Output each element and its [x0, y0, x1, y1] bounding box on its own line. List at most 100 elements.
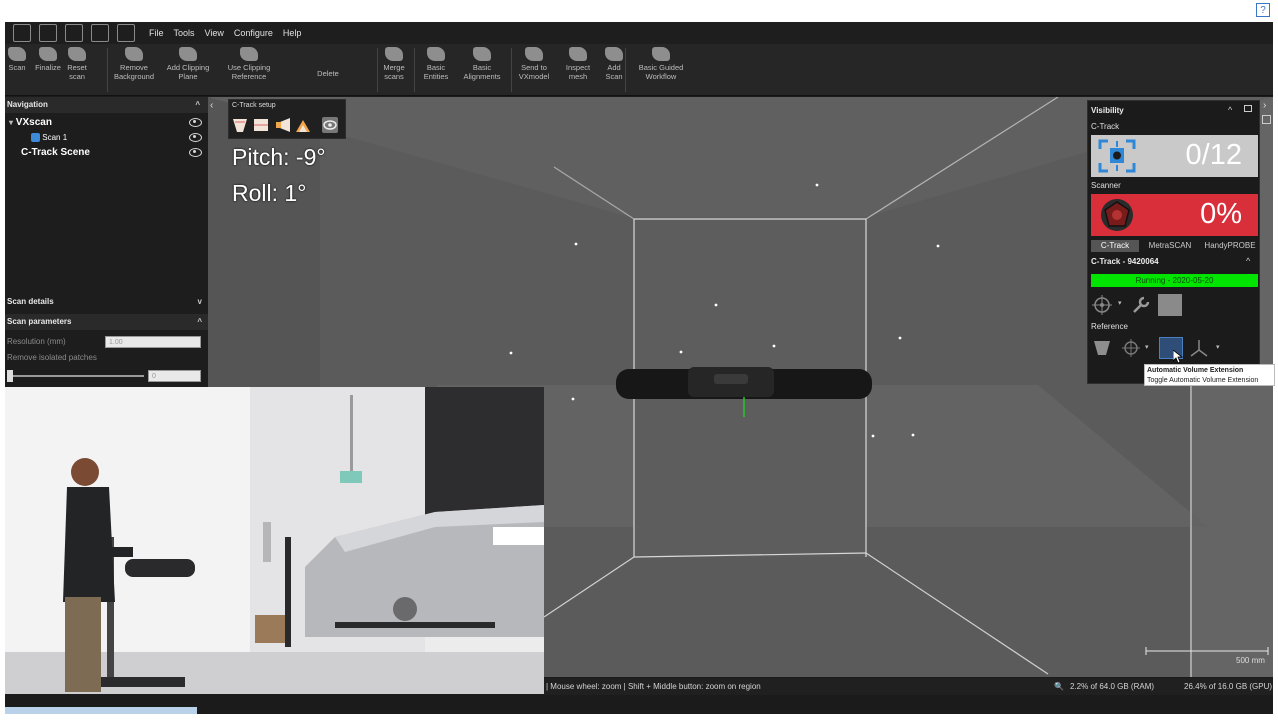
resolution-input[interactable]: 1.00 [105, 336, 201, 348]
delete-button[interactable]: Delete [285, 47, 371, 78]
tree-item-vxscan[interactable]: ▾ VXscan [5, 115, 208, 130]
scan-details-header[interactable]: Scan details v [5, 294, 210, 310]
remove-isolated-label: Remove isolated patches [7, 353, 97, 362]
redo-icon[interactable] [117, 24, 135, 42]
use-clipping-reference-button[interactable]: Use Clipping Reference [223, 47, 275, 81]
chevron-down-icon[interactable]: v [198, 294, 202, 310]
remove-isolated-slider[interactable] [7, 370, 144, 382]
ctrack-volume-icon[interactable] [295, 117, 311, 133]
menu-help[interactable]: Help [283, 28, 302, 38]
status-bar: | Mouse wheel: zoom | Shift + Middle but… [544, 678, 1273, 695]
tree-item-label: C-Track Scene [21, 147, 90, 158]
chevron-up-icon[interactable]: ^ [197, 314, 202, 330]
ribbon-label: Merge scans [383, 63, 405, 81]
tab-metrascan[interactable]: MetraSCAN [1143, 240, 1197, 252]
tree-item-label: VXscan [15, 117, 52, 128]
ribbon-label: Reset scan [67, 63, 87, 81]
collapse-chevron-icon[interactable]: ^ [1246, 256, 1250, 266]
menu-file[interactable]: File [149, 28, 164, 38]
undock-icon[interactable] [1244, 105, 1252, 112]
collapse-chevron-icon[interactable]: ^ [195, 97, 200, 113]
ctrack-setup-toolbar: C-Track setup [228, 99, 346, 139]
scanner-status-box: 0% [1091, 194, 1258, 236]
scanner-icon [1101, 199, 1133, 231]
camera-feed-inset [5, 387, 544, 694]
add-scan-icon [605, 47, 623, 61]
visibility-title: Visibility [1091, 106, 1124, 115]
remove-isolated-input[interactable]: 0 [148, 370, 201, 382]
eye-icon[interactable] [189, 148, 202, 157]
ctrack-grid-icon[interactable] [253, 117, 269, 133]
undo-icon[interactable] [91, 24, 109, 42]
ribbon-label: Add Scan [605, 63, 623, 81]
gpu-usage: 26.4% of 16.0 GB (GPU) [1184, 682, 1273, 691]
tab-ctrack[interactable]: C-Track [1091, 240, 1139, 252]
expand-right-icon[interactable]: › [1263, 100, 1266, 111]
navigation-hint: | Mouse wheel: zoom | Shift + Middle but… [546, 682, 761, 691]
ribbon-label: Use Clipping Reference [227, 63, 271, 81]
ctrack-visibility-icon[interactable] [322, 117, 338, 133]
resolution-label: Resolution (mm) [7, 337, 66, 346]
eye-icon[interactable] [189, 118, 202, 127]
add-scan-button[interactable]: Add Scan [601, 47, 627, 81]
remove-background-icon [125, 47, 143, 61]
navigation-panel: Navigation ^ ▾ VXscan Scan 1 C-Track Sce… [5, 97, 210, 387]
add-clipping-plane-button[interactable]: Add Clipping Plane [161, 47, 215, 81]
surface-icon[interactable] [1158, 294, 1182, 316]
help-icon[interactable]: ? [1256, 3, 1270, 17]
basic-alignments-button[interactable]: Basic Alignments [457, 47, 507, 81]
ribbon-label: Inspect mesh [565, 63, 591, 81]
send-to-vxmodel-button[interactable]: Send to VXmodel [513, 47, 555, 81]
crosshair-icon[interactable] [1091, 294, 1113, 316]
scan-parameters-header[interactable]: Scan parameters ^ [5, 314, 210, 330]
scanner-label: Scanner [1091, 181, 1121, 190]
ctrack-position-icon[interactable] [232, 117, 248, 133]
menu-view[interactable]: View [205, 28, 224, 38]
panel-toggle-icon[interactable] [1262, 115, 1271, 124]
use-clipping-reference-icon [240, 47, 258, 61]
menu-configure[interactable]: Configure [234, 28, 273, 38]
ribbon-label: Basic Alignments [463, 63, 501, 81]
dropdown-arrow-icon[interactable]: ▾ [1118, 299, 1122, 307]
tree-item-ctrack-scene[interactable]: C-Track Scene [5, 145, 208, 160]
send-to-vxmodel-icon [525, 47, 543, 61]
expand-chevron-icon[interactable]: ▾ [9, 118, 13, 127]
scan-icon [8, 47, 26, 61]
reference-cone-icon[interactable] [1091, 337, 1113, 359]
remove-background-button[interactable]: Remove Background [109, 47, 159, 81]
save-icon[interactable] [65, 24, 83, 42]
basic-guided-workflow-button[interactable]: Basic Guided Workflow [633, 47, 689, 81]
tree-item-scan1[interactable]: Scan 1 [5, 130, 208, 145]
dropdown-arrow-icon[interactable]: ▾ [1145, 343, 1149, 351]
ctrack-target-icon [1098, 139, 1136, 173]
ribbon-separator [414, 48, 415, 92]
dropdown-arrow-icon[interactable]: ▾ [1216, 343, 1220, 351]
basic-entities-button[interactable]: Basic Entities [418, 47, 454, 81]
scan-icon [31, 133, 40, 143]
home-icon[interactable] [13, 24, 31, 42]
collapse-left-icon[interactable]: ‹ [210, 100, 220, 114]
tab-handyprobe[interactable]: HandyPROBE [1201, 240, 1259, 252]
slider-handle[interactable] [7, 370, 13, 382]
scan-button[interactable]: Scan [5, 47, 29, 72]
inspect-mesh-button[interactable]: Inspect mesh [560, 47, 596, 81]
axes-icon[interactable] [1188, 337, 1210, 359]
ribbon-label: Scan [8, 63, 26, 72]
reset-scan-button[interactable]: Reset scan [63, 47, 91, 81]
reference-crosshair-icon[interactable] [1120, 337, 1142, 359]
merge-scans-button[interactable]: Merge scans [377, 47, 411, 81]
tree-item-label: Scan 1 [42, 133, 68, 142]
workshop-photo [5, 387, 544, 694]
new-file-icon[interactable] [39, 24, 57, 42]
menu-tools[interactable]: Tools [174, 28, 195, 38]
collapse-chevron-icon[interactable]: ^ [1228, 105, 1232, 115]
finalize-button[interactable]: Finalize [32, 47, 64, 72]
eye-icon[interactable] [189, 133, 202, 142]
ribbon-separator [377, 48, 378, 92]
ribbon-label: Delete [317, 69, 339, 78]
wrench-icon[interactable] [1130, 294, 1152, 316]
resolution-row: Resolution (mm) 1.00 [5, 332, 210, 352]
ctrack-cone-icon[interactable] [275, 117, 291, 133]
ram-usage: 2.2% of 64.0 GB (RAM) [1070, 682, 1155, 691]
ctrack-status-box: 0/12 [1091, 135, 1258, 177]
